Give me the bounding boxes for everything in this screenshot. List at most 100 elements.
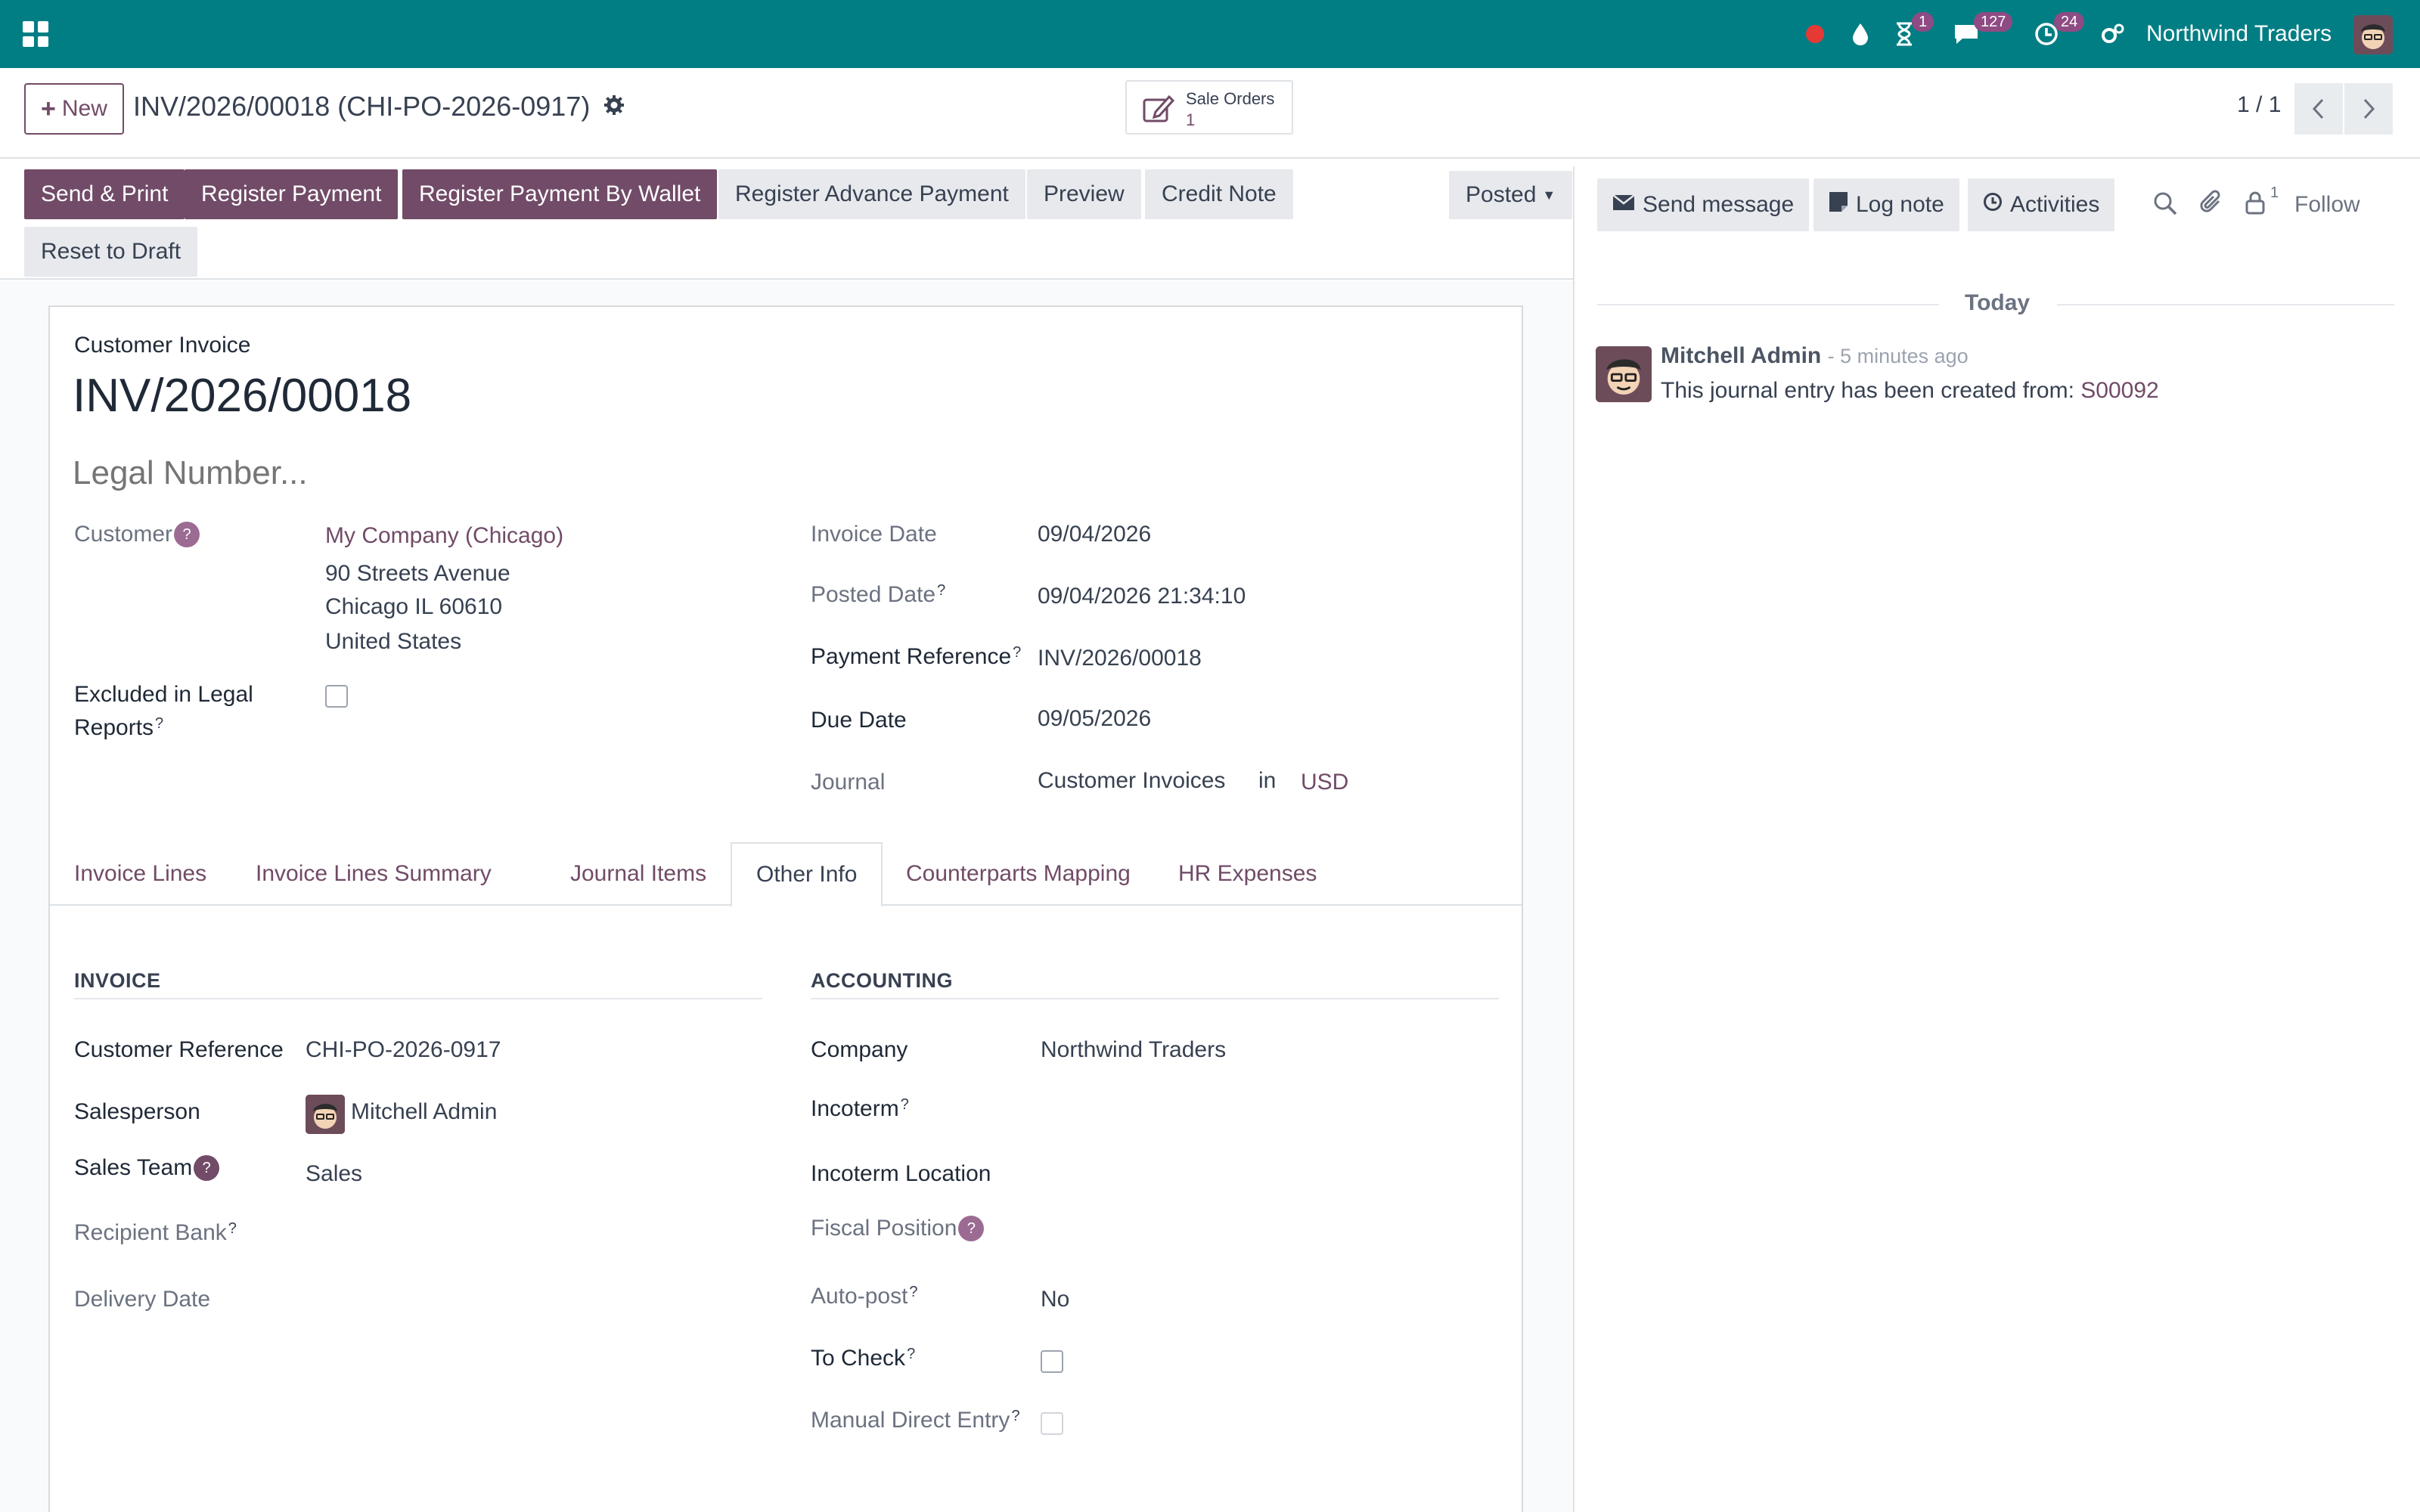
tab-counterparts-mapping[interactable]: Counterparts Mapping [882, 842, 1155, 906]
user-avatar[interactable] [2353, 15, 2393, 54]
posted-date-value: 09/04/2026 21:34:10 [1038, 584, 1246, 609]
auto-post-help-icon[interactable]: ? [909, 1284, 917, 1300]
status-dropdown[interactable]: Posted ▼ [1449, 171, 1573, 219]
follow-button[interactable]: Follow [2294, 192, 2360, 218]
company-label: Company [811, 1037, 908, 1062]
new-button[interactable]: + New [24, 83, 124, 135]
top-navbar: 1 127 24 Northwind Traders [0, 0, 2420, 68]
auto-post-value[interactable]: No [1041, 1287, 1069, 1312]
incoterm-label-text: Incoterm [811, 1096, 899, 1121]
register-payment-wallet-button[interactable]: Register Payment By Wallet [402, 169, 718, 219]
chevron-left-icon [2312, 98, 2324, 119]
credit-note-button[interactable]: Credit Note [1145, 169, 1293, 219]
tab-journal-items[interactable]: Journal Items [546, 842, 731, 906]
log-note-button[interactable]: Log note [1813, 178, 1959, 231]
fiscal-position-label-text: Fiscal Position [811, 1216, 957, 1241]
message-time: - 5 minutes ago [1827, 345, 1969, 367]
currency-link[interactable]: USD [1301, 770, 1348, 795]
due-date-value[interactable]: 09/05/2026 [1038, 706, 1151, 732]
legal-number-input[interactable] [73, 451, 753, 496]
recipient-bank-help-icon[interactable]: ? [228, 1220, 237, 1237]
activities-badge: 1 [1912, 12, 1934, 32]
customer-label-text: Customer [74, 522, 173, 547]
messages-icon[interactable]: 127 [1951, 12, 2013, 50]
send-message-button[interactable]: Send message [1597, 178, 1810, 231]
activities-label: Activities [2010, 192, 2100, 217]
today-separator: Today [1965, 290, 2031, 315]
followers-lock-icon[interactable] [2245, 191, 2266, 221]
fiscal-position-help-icon[interactable]: ? [958, 1216, 985, 1241]
sale-orders-count: 1 [1186, 110, 1196, 129]
sales-team-help-icon[interactable]: ? [194, 1155, 220, 1181]
customer-reference-label: Customer Reference [74, 1037, 284, 1062]
sales-team-value[interactable]: Sales [306, 1161, 362, 1187]
incoterm-help-icon[interactable]: ? [901, 1096, 909, 1113]
message-author[interactable]: Mitchell Admin [1661, 343, 1821, 368]
activities-button[interactable]: Activities [1968, 178, 2115, 231]
recording-dot-icon[interactable] [1803, 18, 1827, 50]
timer-badge: 24 [2054, 12, 2085, 32]
address-line-2: Chicago IL 60610 [325, 594, 503, 619]
address-line-1: 90 Streets Avenue [325, 561, 510, 586]
record-gear-icon[interactable] [603, 91, 625, 122]
journal-label: Journal [811, 770, 886, 795]
posted-date-help-icon[interactable]: ? [937, 582, 945, 599]
to-check-label-text: To Check [811, 1346, 906, 1371]
apps-menu-icon[interactable] [23, 21, 48, 47]
message-author-avatar[interactable] [1596, 346, 1652, 402]
posted-date-label-text: Posted Date [811, 582, 936, 607]
accounting-section-title: ACCOUNTING [811, 969, 953, 992]
search-icon[interactable] [2152, 191, 2178, 222]
message-header: Mitchell Admin - 5 minutes ago [1661, 343, 1969, 369]
clock-icon[interactable]: 24 [2033, 12, 2085, 50]
pager-previous-button[interactable] [2294, 83, 2343, 135]
payment-reference-label-text: Payment Reference [811, 644, 1012, 669]
excluded-legal-reports-checkbox[interactable] [325, 685, 348, 708]
followers-count: 1 [2270, 184, 2279, 201]
register-advance-payment-button[interactable]: Register Advance Payment [718, 169, 1025, 219]
manual-direct-entry-help-icon[interactable]: ? [1011, 1408, 1019, 1424]
invoice-section-divider [74, 998, 762, 999]
company-switcher[interactable]: Northwind Traders [2146, 21, 2332, 47]
tab-invoice-lines[interactable]: Invoice Lines [50, 842, 231, 906]
excluded-legal-reports-label-line2: Reports [74, 715, 154, 740]
preview-button[interactable]: Preview [1027, 169, 1141, 219]
sale-order-link[interactable]: S00092 [2080, 378, 2158, 403]
sale-orders-smart-button[interactable]: Sale Orders 1 [1125, 80, 1293, 135]
invoice-date-label: Invoice Date [811, 522, 937, 547]
to-check-checkbox[interactable] [1041, 1350, 1063, 1373]
message-body: This journal entry has been created from… [1661, 378, 2159, 404]
incoterm-location-label: Incoterm Location [811, 1161, 991, 1186]
envelope-icon [1612, 192, 1635, 218]
excluded-help-icon[interactable]: ? [155, 715, 163, 732]
pager-value[interactable]: 1 / 1 [2237, 92, 2281, 118]
tab-hr-expenses[interactable]: HR Expenses [1154, 842, 1341, 906]
droplet-icon[interactable] [1848, 18, 1872, 50]
send-message-label: Send message [1643, 192, 1795, 217]
register-payment-button[interactable]: Register Payment [185, 169, 399, 219]
tab-invoice-lines-summary[interactable]: Invoice Lines Summary [231, 842, 516, 906]
sales-team-label: Sales Team? [74, 1155, 220, 1181]
payment-reference-value[interactable]: INV/2026/00018 [1038, 646, 1202, 671]
send-print-button[interactable]: Send & Print [24, 169, 185, 219]
control-panel: + New INV/2026/00018 (CHI-PO-2026-0917) … [0, 68, 2420, 159]
form-statusbar: Send & Print Register Payment Register P… [0, 166, 1573, 280]
auto-post-label: Auto-post? [811, 1284, 918, 1309]
invoice-number-title: INV/2026/00018 [73, 370, 412, 422]
activities-hourglass-icon[interactable]: 1 [1891, 12, 1934, 50]
note-icon [1829, 191, 1848, 218]
to-check-help-icon[interactable]: ? [907, 1346, 915, 1362]
caret-down-icon: ▼ [1542, 187, 1556, 203]
excluded-legal-reports-label: Reports? [74, 715, 163, 741]
settings-gears-icon[interactable] [2099, 18, 2127, 50]
reset-to-draft-button[interactable]: Reset to Draft [24, 227, 198, 277]
pager-next-button[interactable] [2344, 83, 2393, 135]
paperclip-icon[interactable] [2199, 189, 2225, 222]
payment-reference-help-icon[interactable]: ? [1013, 644, 1021, 661]
tab-other-info[interactable]: Other Info [731, 842, 883, 907]
customer-link[interactable]: My Company (Chicago) [325, 523, 563, 549]
customer-help-icon[interactable]: ? [174, 522, 200, 547]
sales-team-label-text: Sales Team [74, 1155, 193, 1180]
customer-reference-value[interactable]: CHI-PO-2026-0917 [306, 1037, 501, 1063]
salesperson-value[interactable]: Mitchell Admin [351, 1099, 497, 1125]
